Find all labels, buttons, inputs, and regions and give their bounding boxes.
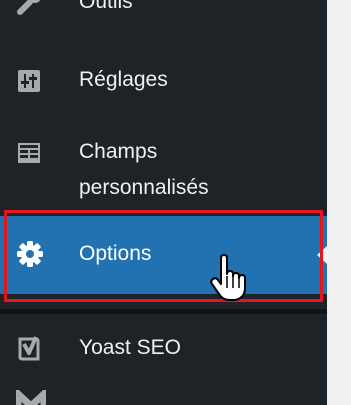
sidebar-item-label: Champs personnalisés	[79, 140, 209, 199]
sidebar-item-label: Yoast SEO	[79, 336, 181, 359]
sidebar-item-label: Outils	[79, 0, 133, 13]
hand-pointer-cursor-icon	[209, 254, 253, 302]
sidebar-item-reglages[interactable]: Réglages	[0, 58, 327, 102]
sidebar-item-mailchimp[interactable]	[0, 384, 327, 405]
sidebar-item-champs-personnalises[interactable]: Champs personnalisés	[0, 130, 327, 208]
sidebar-item-label: Réglages	[79, 68, 168, 91]
admin-sidebar: Outils Réglages Champs personnalisés Opt…	[0, 0, 327, 405]
yoast-icon	[16, 335, 42, 368]
gear-icon	[16, 240, 44, 273]
mailchimp-icon	[14, 386, 48, 405]
wrench-icon	[16, 0, 44, 21]
sidebar-item-yoast-seo[interactable]: Yoast SEO	[0, 326, 327, 370]
sidebar-item-options[interactable]: Options	[0, 216, 327, 294]
settings-sliders-icon	[16, 68, 42, 99]
sidebar-item-label: Options	[79, 242, 152, 265]
active-menu-pointer	[317, 246, 327, 264]
menu-separator	[0, 309, 327, 314]
sidebar-item-outils[interactable]: Outils	[0, 0, 327, 38]
custom-fields-icon	[16, 140, 42, 171]
